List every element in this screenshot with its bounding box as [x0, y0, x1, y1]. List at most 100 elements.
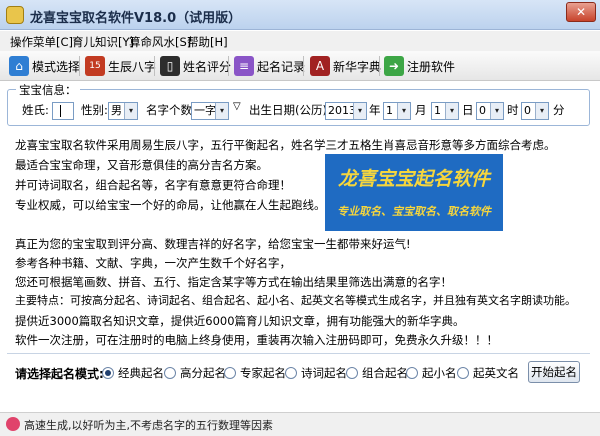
name-count-value: 一字: [194, 104, 216, 117]
banner-subtitle: 专业取名、宝宝取名、取名软件: [337, 205, 491, 218]
text-cursor: [60, 105, 61, 117]
toolbar-label: 起名记录: [257, 59, 306, 74]
month-select[interactable]: 1 ▾: [383, 102, 411, 120]
chevron-down-icon: ▾: [535, 103, 548, 119]
toolbar-divider: [228, 56, 229, 76]
feature-line: 提供近3000篇取名知识文章，提供近6000篇育儿知识文章，拥有功能强大的新华字…: [15, 314, 465, 328]
window-title: 龙喜宝宝取名软件V18.0（试用版）: [30, 11, 242, 26]
menu-help[interactable]: 帮助[H]: [187, 34, 228, 50]
month-unit: 月: [415, 103, 427, 117]
surname-label: 姓氏:: [22, 103, 49, 117]
surname-input[interactable]: [52, 102, 74, 120]
feature-line: 主要特点：可按高分起名、诗词起名、组合起名、起小名、起英文名等模式生成名字，并且…: [15, 294, 576, 307]
toolbar-label: 模式选择: [32, 59, 81, 74]
mode-option-label: 经典起名: [118, 366, 164, 380]
mode-option-label: 诗词起名: [301, 366, 347, 380]
heart-icon: [6, 417, 20, 431]
birth-chart-button[interactable]: 15 生辰八字: [85, 54, 156, 78]
radio-icon: [457, 367, 469, 379]
chevron-down-icon: ▾: [215, 103, 228, 119]
mode-select-button[interactable]: ⌂ 模式选择: [9, 54, 80, 78]
intro-line: 并可诗词取名，组合起名等，名字有意意更符合命理！: [15, 178, 291, 192]
feature-line: 软件一次注册，可在注册时的电脑上终身使用，重装再次输入注册码即可，免费永久升级！…: [15, 333, 498, 347]
naming-mode-label: 请选择起名模式:: [15, 367, 104, 381]
status-bar: 高速生成,以好听为主,不考虑名字的五行数理等因素: [0, 412, 600, 436]
toolbar-label: 生辰八字: [108, 59, 157, 74]
chevron-down-icon: ▾: [124, 103, 137, 119]
menu-parenting[interactable]: 育儿知识[Y]: [72, 34, 134, 50]
intro-line: 专业权威，可以给宝宝一个好的命局，让他赢在人生起跑线。: [15, 198, 326, 212]
year-select[interactable]: 2013 ▾: [325, 102, 367, 120]
radio-icon: [406, 367, 418, 379]
menu-operation[interactable]: 操作菜单[C]: [10, 34, 73, 50]
day-select[interactable]: 1 ▾: [431, 102, 459, 120]
year-unit: 年: [369, 103, 381, 117]
radio-icon: [285, 367, 297, 379]
toolbar-divider: [303, 56, 304, 76]
mode-option-poetry[interactable]: 诗词起名: [285, 365, 347, 381]
mode-option-label: 高分起名: [180, 366, 226, 380]
mode-option-label: 专家起名: [240, 366, 286, 380]
name-score-button[interactable]: ▯ 姓名评分: [160, 54, 231, 78]
toolbar-label: 新华字典: [333, 59, 382, 74]
dictionary-icon: A: [310, 56, 330, 76]
baby-info-legend: 宝宝信息：: [16, 82, 80, 98]
mode-option-label: 起小名: [422, 366, 457, 380]
chevron-down-icon: ▾: [445, 103, 458, 119]
phone-icon: ▯: [160, 56, 180, 76]
intro-line: 最适合宝宝命理，又音形意俱佳的高分吉名方案。: [15, 158, 268, 172]
app-logo-icon: [6, 6, 24, 24]
house-icon: ⌂: [9, 56, 29, 76]
minute-unit: 分: [553, 103, 565, 117]
close-button[interactable]: ✕: [566, 2, 596, 22]
gender-value: 男: [111, 104, 122, 117]
banner-title: 龙喜宝宝起名软件: [337, 168, 490, 190]
chevron-down-icon: ▾: [397, 103, 410, 119]
intro-line: 龙喜宝宝取名软件采用周易生辰八字，五行平衡起名，姓名学三才五格生肖喜忌音形意等多…: [15, 138, 556, 152]
name-count-select[interactable]: 一字 ▾: [191, 102, 229, 120]
gender-select[interactable]: 男 ▾: [108, 102, 138, 120]
mode-option-english[interactable]: 起英文名: [457, 365, 519, 381]
feature-line: 参考各种书籍、文献、字典，一次产生数千个好名字，: [15, 256, 291, 270]
gender-label: 性别:: [81, 103, 108, 117]
mode-option-nickname[interactable]: 起小名: [406, 365, 457, 381]
notebook-icon: ≡: [234, 56, 254, 76]
radio-icon: [224, 367, 236, 379]
minute-select[interactable]: 0 ▾: [521, 102, 549, 120]
mode-option-label: 起英文名: [473, 366, 519, 380]
hour-select[interactable]: 0 ▾: [476, 102, 504, 120]
mode-option-combination[interactable]: 组合起名: [346, 365, 408, 381]
toolbar-divider: [154, 56, 155, 76]
year-value: 2013: [328, 104, 356, 117]
chevron-down-icon: ▾: [353, 103, 366, 119]
hour-value: 0: [479, 104, 486, 117]
promo-banner: 龙喜宝宝起名软件 专业取名、宝宝取名、取名软件: [325, 154, 503, 231]
title-bar: 龙喜宝宝取名软件V18.0（试用版） ✕: [0, 0, 600, 30]
toolbar-divider: [79, 56, 80, 76]
filter-icon: ▽: [233, 101, 241, 112]
naming-record-button[interactable]: ≡ 起名记录: [234, 54, 305, 78]
register-button[interactable]: ➜ 注册软件: [384, 54, 455, 78]
toolbar-divider: [379, 56, 380, 76]
toolbar-label: 姓名评分: [183, 59, 232, 74]
menu-bar: 操作菜单[C] 育儿知识[Y] 算命风水[S] 帮助[H]: [0, 31, 600, 51]
menu-fortune[interactable]: 算命风水[S]: [129, 34, 191, 50]
minute-value: 0: [524, 104, 531, 117]
hour-unit: 时: [507, 103, 519, 117]
register-icon: ➜: [384, 56, 404, 76]
start-naming-button[interactable]: 开始起名: [528, 361, 580, 383]
toolbar-label: 注册软件: [407, 59, 456, 74]
status-text: 高速生成,以好听为主,不考虑名字的五行数理等因素: [24, 419, 273, 432]
feature-line: 真正为您的宝宝取到评分高、数理吉祥的好名字，给您宝宝一生都带来好运气!: [15, 237, 411, 251]
radio-icon: [346, 367, 358, 379]
name-count-label: 名字个数:: [146, 103, 196, 117]
mode-option-high-score[interactable]: 高分起名: [164, 365, 226, 381]
mode-option-classic[interactable]: 经典起名: [102, 365, 164, 381]
mode-option-expert[interactable]: 专家起名: [224, 365, 286, 381]
radio-icon: [164, 367, 176, 379]
radio-selected-icon: [102, 367, 114, 379]
mode-option-label: 组合起名: [362, 366, 408, 380]
dictionary-button[interactable]: A 新华字典: [310, 54, 381, 78]
month-value: 1: [386, 104, 393, 117]
toolbar: ⌂ 模式选择 15 生辰八字 ▯ 姓名评分 ≡ 起名记录 A 新华字典 ➜ 注册…: [0, 51, 600, 81]
